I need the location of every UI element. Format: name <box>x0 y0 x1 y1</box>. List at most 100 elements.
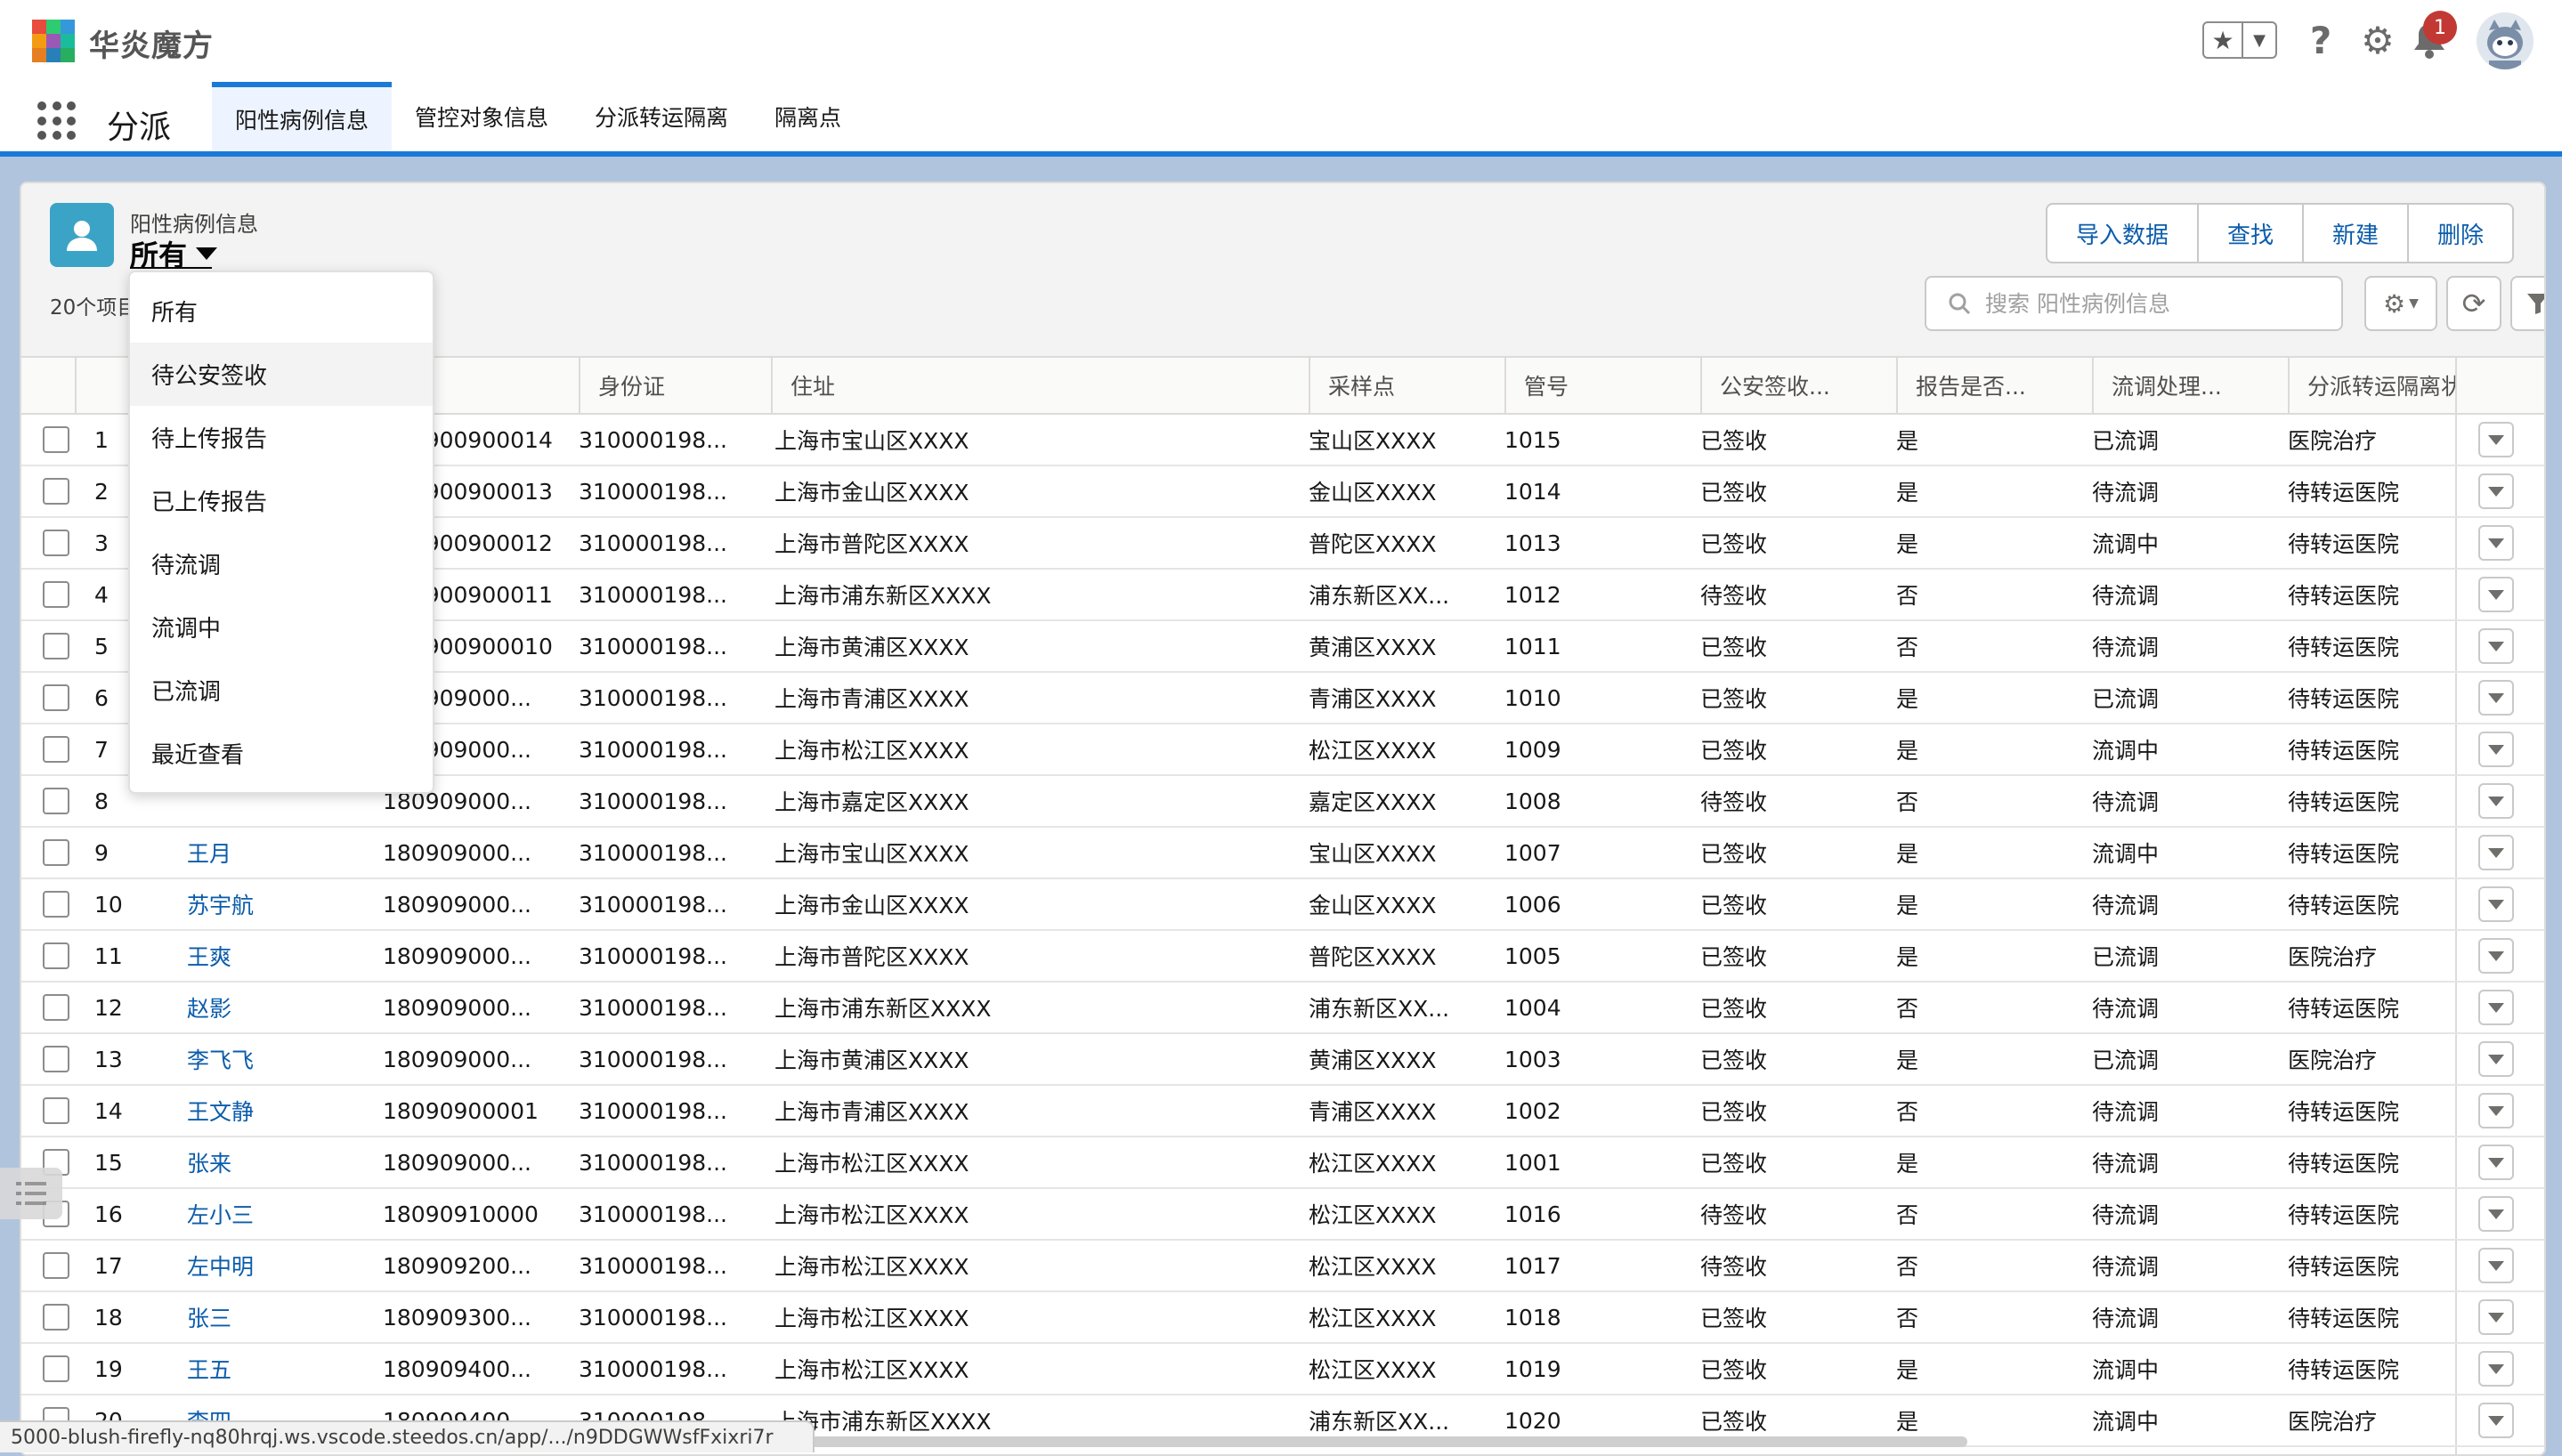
row-checkbox[interactable] <box>43 530 69 556</box>
tab-dispatch-transfer[interactable]: 分派转运隔离 <box>572 82 751 151</box>
table-row[interactable]: 14 王文静 18090900001 310000198... 上海市青浦区XXXX 青浦… <box>21 1086 2544 1137</box>
row-checkbox[interactable] <box>43 581 69 608</box>
chevron-down-icon[interactable]: ▼ <box>2243 23 2275 57</box>
list-view-option[interactable]: 待上传报告 <box>130 406 433 469</box>
favorites-control[interactable]: ★ ▼ <box>2202 21 2277 59</box>
row-action-button[interactable] <box>2478 577 2514 612</box>
row-action-button[interactable] <box>2478 990 2514 1025</box>
column-header[interactable]: 公安签收... <box>1700 358 1896 413</box>
row-action-button[interactable] <box>2478 1351 2514 1387</box>
app-launcher-icon[interactable] <box>37 101 77 141</box>
search-input[interactable] <box>1983 289 2325 318</box>
list-view-option[interactable]: 已上传报告 <box>130 469 433 532</box>
table-row[interactable]: 17 左中明 180909200... 310000198... 上海市松江区XXXX 松… <box>21 1241 2544 1292</box>
list-view-option[interactable]: 已流调 <box>130 659 433 722</box>
cell-name[interactable]: 张来 <box>187 1137 231 1187</box>
column-header[interactable]: 流调处理... <box>2092 358 2288 413</box>
column-header[interactable] <box>21 358 75 413</box>
table-row[interactable]: 18 张三 180909300... 310000198... 上海市松江区XXXX 松江… <box>21 1292 2544 1344</box>
row-checkbox[interactable] <box>43 478 69 505</box>
row-action-button[interactable] <box>2478 886 2514 922</box>
tab-positive-cases[interactable]: 阳性病例信息 <box>212 82 393 151</box>
refresh-button[interactable]: ⟳ <box>2446 276 2501 331</box>
column-header[interactable]: 管号 <box>1504 358 1700 413</box>
table-row[interactable]: 12 赵影 180909000... 310000198... 上海市浦东新区XXXX 浦… <box>21 983 2544 1034</box>
new-button[interactable]: 新建 <box>2304 205 2410 262</box>
column-header[interactable]: 报告是否... <box>1896 358 2092 413</box>
row-checkbox[interactable] <box>43 994 69 1021</box>
cell-name[interactable]: 张三 <box>187 1292 231 1342</box>
row-action-button[interactable] <box>2478 835 2514 870</box>
row-checkbox[interactable] <box>43 684 69 711</box>
cell-name[interactable]: 王月 <box>187 828 231 878</box>
table-row[interactable]: 11 王爽 180909000... 310000198... 上海市普陀区XXXX 普陀… <box>21 931 2544 983</box>
cell-name[interactable]: 王爽 <box>187 931 231 981</box>
star-icon[interactable]: ★ <box>2204 23 2243 57</box>
row-checkbox[interactable] <box>43 1046 69 1072</box>
gear-icon[interactable]: ⚙ <box>2355 18 2400 62</box>
row-checkbox[interactable] <box>43 1304 69 1331</box>
cell-name[interactable]: 苏宇航 <box>187 879 254 929</box>
user-avatar[interactable] <box>2477 12 2534 69</box>
app-logo[interactable] <box>32 20 75 62</box>
list-view-option[interactable]: 所有 <box>130 279 433 343</box>
row-checkbox[interactable] <box>43 1252 69 1279</box>
row-checkbox[interactable] <box>43 839 69 866</box>
column-header[interactable]: 采样点 <box>1309 358 1504 413</box>
list-view-option[interactable]: 最近查看 <box>130 722 433 785</box>
table-row[interactable]: 10 苏宇航 180909000... 310000198... 上海市金山区XXXX 金… <box>21 879 2544 931</box>
cell-name[interactable]: 左小三 <box>187 1189 254 1239</box>
cell-name[interactable]: 王文静 <box>187 1086 254 1136</box>
tab-quarantine-sites[interactable]: 隔离点 <box>751 82 864 151</box>
row-action-button[interactable] <box>2478 1403 2514 1438</box>
cell-name[interactable]: 左中明 <box>187 1241 254 1290</box>
import-data-button[interactable]: 导入数据 <box>2047 205 2200 262</box>
row-checkbox[interactable] <box>43 1355 69 1382</box>
row-action-button[interactable] <box>2478 1093 2514 1128</box>
column-header[interactable]: 分派转运隔离状态 <box>2288 358 2457 413</box>
delete-button[interactable]: 删除 <box>2409 205 2512 262</box>
row-action-button[interactable] <box>2478 1299 2514 1335</box>
row-action-button[interactable] <box>2478 1145 2514 1180</box>
cell-status: 待转运医院 <box>2288 996 2400 1022</box>
list-view-option[interactable]: 待公安签收 <box>130 343 433 406</box>
table-row[interactable]: 19 王五 180909400... 310000198... 上海市松江区XXXX 松江… <box>21 1344 2544 1395</box>
find-button[interactable]: 查找 <box>2199 205 2305 262</box>
cell-name[interactable]: 赵影 <box>187 983 231 1032</box>
row-checkbox[interactable] <box>43 633 69 659</box>
cell-flow: 待流调 <box>2092 635 2160 660</box>
row-checkbox[interactable] <box>43 891 69 918</box>
horizontal-scrollbar[interactable] <box>801 1436 1967 1447</box>
tab-controlled-persons[interactable]: 管控对象信息 <box>392 82 572 151</box>
table-row[interactable]: 13 李飞飞 180909000... 310000198... 上海市黄浦区XXXX 黄… <box>21 1034 2544 1086</box>
row-checkbox[interactable] <box>43 942 69 969</box>
row-checkbox[interactable] <box>43 736 69 763</box>
table-row[interactable]: 15 张来 180909000... 310000198... 上海市松江区XXXX 松江… <box>21 1137 2544 1189</box>
row-action-button[interactable] <box>2478 473 2514 509</box>
row-checkbox[interactable] <box>43 788 69 814</box>
row-action-button[interactable] <box>2478 938 2514 974</box>
side-panel-handle[interactable] <box>0 1168 62 1219</box>
help-icon[interactable]: ? <box>2299 18 2343 62</box>
row-action-button[interactable] <box>2478 525 2514 561</box>
row-action-button[interactable] <box>2478 1248 2514 1283</box>
table-row[interactable]: 9 王月 180909000... 310000198... 上海市宝山区XXXX 宝山区… <box>21 828 2544 879</box>
row-checkbox[interactable] <box>43 1097 69 1124</box>
row-action-button[interactable] <box>2478 1196 2514 1232</box>
row-action-button[interactable] <box>2478 422 2514 457</box>
list-settings-button[interactable]: ⚙ ▼ <box>2364 276 2437 331</box>
table-row[interactable]: 16 左小三 18090910000 310000198... 上海市松江区XXXX 松江… <box>21 1189 2544 1241</box>
cell-name[interactable]: 李飞飞 <box>187 1034 254 1084</box>
list-view-option[interactable]: 流调中 <box>130 595 433 659</box>
filter-button[interactable] <box>2510 276 2544 331</box>
row-action-button[interactable] <box>2478 1041 2514 1077</box>
list-view-option[interactable]: 待流调 <box>130 532 433 595</box>
row-checkbox[interactable] <box>43 426 69 453</box>
column-header[interactable]: 身份证 <box>579 358 771 413</box>
row-action-button[interactable] <box>2478 628 2514 664</box>
column-header[interactable]: 住址 <box>771 358 1309 413</box>
row-action-button[interactable] <box>2478 732 2514 767</box>
cell-name[interactable]: 王五 <box>187 1344 231 1394</box>
row-action-button[interactable] <box>2478 680 2514 716</box>
row-action-button[interactable] <box>2478 783 2514 819</box>
